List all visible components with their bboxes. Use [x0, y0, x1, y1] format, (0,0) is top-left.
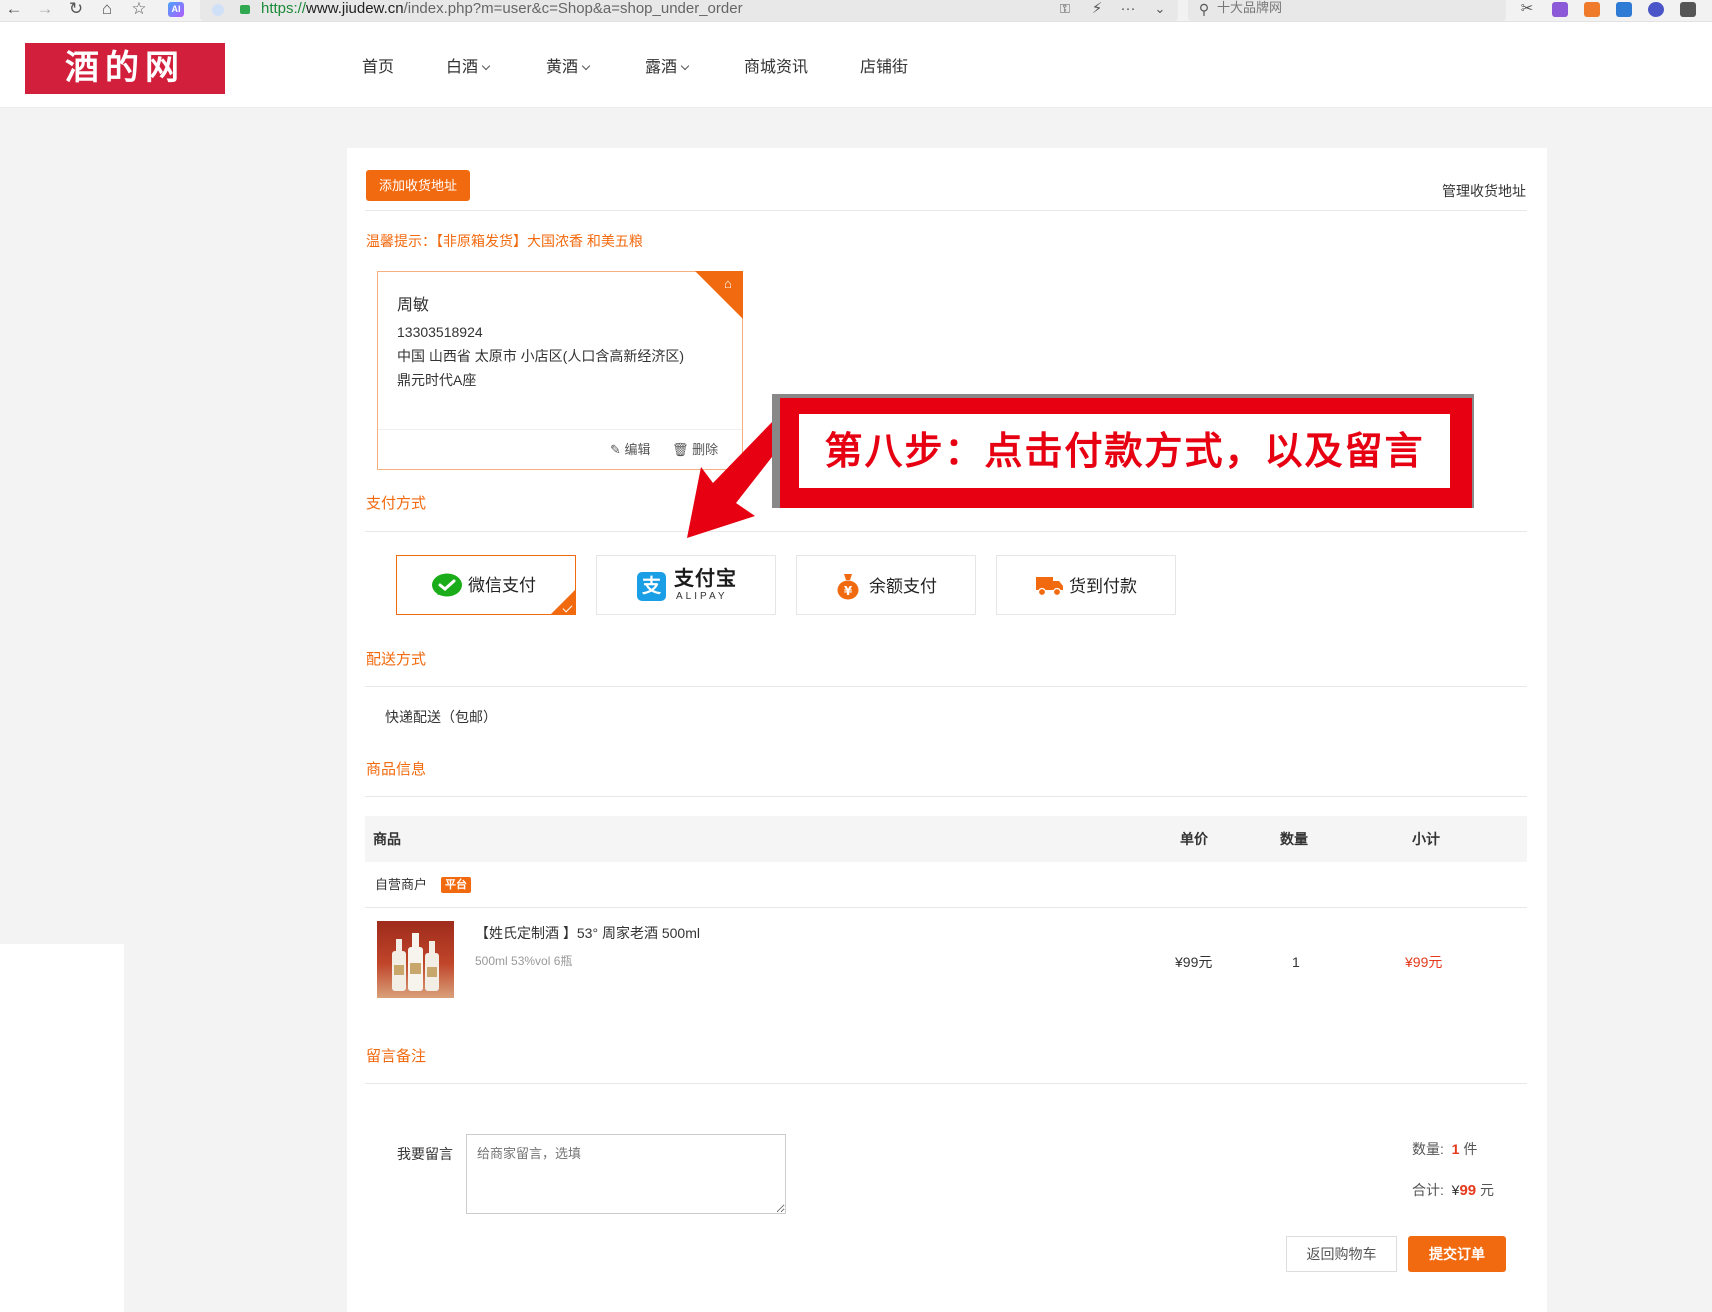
goods-table-header: 商品 单价 数量 小计: [365, 816, 1527, 862]
recipient-name: 周敏: [397, 297, 430, 314]
translate-extension-icon[interactable]: [1552, 2, 1568, 17]
alipay-icon: 支: [637, 572, 666, 601]
search-icon: ⚲: [1198, 1, 1210, 17]
divider: [365, 686, 1527, 687]
back-to-cart-button[interactable]: 返回购物车: [1286, 1236, 1397, 1272]
lock-icon: [240, 5, 250, 14]
svg-text:¥: ¥: [844, 584, 853, 598]
lightning-icon[interactable]: ⚡: [1085, 0, 1109, 20]
pay-option-label: 货到付款: [1069, 577, 1137, 596]
header-price: 单价: [1180, 831, 1208, 847]
wechat-icon: [432, 573, 462, 597]
divider: [365, 1083, 1527, 1084]
favorites-icon[interactable]: ☆: [127, 0, 151, 20]
nav-baijiu[interactable]: 白酒: [446, 58, 491, 78]
product-spec: 500ml 53%vol 6瓶: [475, 954, 573, 968]
nav-huangjiu[interactable]: 黄酒: [546, 58, 591, 78]
liquor-bottles-image: [392, 933, 439, 991]
house-icon: ⌂: [724, 276, 732, 291]
pay-option-balance[interactable]: ¥ 余额支付: [796, 555, 976, 615]
reload-icon[interactable]: ↻: [64, 0, 88, 20]
game-extension-icon[interactable]: [1584, 2, 1600, 17]
divider: [365, 531, 1527, 532]
manage-address-link[interactable]: 管理收货地址: [1442, 182, 1526, 200]
home-icon[interactable]: ⌂: [95, 0, 119, 20]
truck-icon: [1036, 577, 1063, 597]
site-header: 酒的网 首页 白酒 黄酒 露酒 商城资讯 店铺街: [0, 22, 1712, 108]
annotation-callout: 第八步：点击付款方式，以及留言: [780, 398, 1472, 508]
merchant-name: 自营商户: [375, 877, 428, 892]
edit-address-button[interactable]: ✎ 编辑: [610, 441, 651, 459]
recipient-phone: 13303518924: [397, 324, 483, 340]
back-icon[interactable]: ←: [2, 0, 26, 20]
eye-extension-icon[interactable]: [1648, 2, 1664, 17]
address-bar[interactable]: https://www.jiudew.cn/index.php?m=user&c…: [200, 0, 1178, 21]
url-text: https://www.jiudew.cn/index.php?m=user&c…: [261, 0, 743, 17]
alipay-sublabel: ALIPAY: [676, 591, 728, 602]
header-qty: 数量: [1280, 831, 1308, 847]
pay-option-wechat[interactable]: 微信支付: [396, 555, 576, 615]
search-box[interactable]: ⚲ 十大品牌网: [1188, 0, 1506, 21]
annotation-text: 第八步：点击付款方式，以及留言: [824, 428, 1425, 473]
chevron-down-icon: [680, 61, 690, 71]
edit-icon: ✎: [610, 442, 621, 457]
nav-shops[interactable]: 店铺街: [860, 58, 908, 78]
pay-option-cod[interactable]: 货到付款: [996, 555, 1176, 615]
summary-total: 合计: ¥99 元: [1412, 1182, 1495, 1199]
alipay-label: 支付宝: [674, 568, 737, 590]
address-region: 中国 山西省 太原市 小店区(人口含高新经济区): [397, 348, 684, 364]
header-subtotal: 小计: [1412, 831, 1440, 847]
window-extension-icon[interactable]: [1680, 2, 1696, 17]
browser-toolbar: ← → ↻ ⌂ ☆ AI https://www.jiudew.cn/index…: [0, 0, 1712, 22]
submit-order-button[interactable]: 提交订单: [1408, 1236, 1506, 1272]
header-product: 商品: [373, 831, 401, 847]
product-name[interactable]: 【姓氏定制酒 】53° 周家老酒 500ml: [475, 924, 700, 942]
delivery-section-title: 配送方式: [366, 651, 427, 668]
merchant-badge: 平台: [441, 877, 471, 893]
product-price: ¥99元: [1175, 954, 1213, 970]
payment-section-title: 支付方式: [366, 495, 427, 512]
product-subtotal: ¥99元: [1405, 954, 1443, 970]
address-detail: 鼎元时代A座: [397, 372, 477, 388]
nav-home[interactable]: 首页: [362, 58, 394, 78]
remark-label: 我要留言: [397, 1146, 453, 1162]
security-shield-icon: [212, 4, 224, 16]
goods-section-title: 商品信息: [366, 761, 427, 778]
scissors-icon[interactable]: ✂: [1515, 0, 1539, 20]
product-thumbnail[interactable]: [377, 921, 454, 998]
ai-extension-icon[interactable]: AI: [168, 2, 184, 17]
selected-corner: [550, 589, 576, 615]
shipping-tip: 温馨提示：【非原箱发货】大国浓香 和美五粮: [366, 233, 643, 249]
summary-qty-value: 1: [1451, 1141, 1460, 1157]
nav-lujiu[interactable]: 露酒: [645, 58, 690, 78]
key-icon[interactable]: ⚿: [1053, 0, 1077, 20]
dropdown-icon[interactable]: ⌄: [1148, 0, 1172, 20]
site-logo[interactable]: 酒的网: [25, 43, 225, 94]
product-qty: 1: [1292, 954, 1300, 970]
remark-textarea[interactable]: [466, 1134, 786, 1214]
annotation-inner: 第八步：点击付款方式，以及留言: [799, 414, 1450, 488]
background-patch: [0, 944, 124, 1312]
forward-icon[interactable]: →: [33, 0, 57, 20]
search-text: 十大品牌网: [1217, 0, 1283, 15]
chevron-down-icon: [581, 61, 591, 71]
pay-option-alipay[interactable]: 支 支付宝 ALIPAY: [596, 555, 776, 615]
pay-option-label: 微信支付: [468, 576, 536, 595]
add-address-button[interactable]: 添加收货地址: [366, 170, 470, 201]
divider: [365, 210, 1527, 211]
pay-option-label: 余额支付: [869, 577, 937, 596]
summary-total-value: 99: [1459, 1182, 1477, 1199]
summary-qty: 数量: 1 件: [1412, 1141, 1478, 1157]
remark-section-title: 留言备注: [366, 1048, 427, 1065]
delivery-method[interactable]: 快递配送（包邮）: [385, 708, 497, 726]
divider: [365, 907, 1527, 908]
nav-news[interactable]: 商城资讯: [744, 58, 808, 78]
chevron-down-icon: [481, 61, 491, 71]
word-extension-icon[interactable]: [1616, 2, 1632, 17]
order-panel: 添加收货地址 管理收货地址 温馨提示：【非原箱发货】大国浓香 和美五粮 ⌂ 周敏…: [347, 148, 1547, 1312]
money-bag-icon: ¥: [837, 574, 859, 600]
more-icon[interactable]: ···: [1116, 0, 1140, 20]
divider: [365, 796, 1527, 797]
